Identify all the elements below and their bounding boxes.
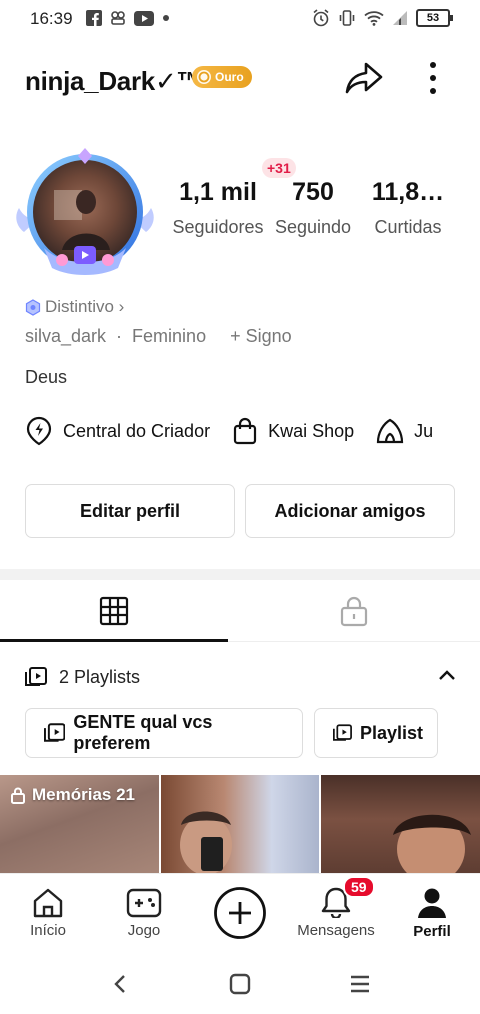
profile-meta: silva_dark · Feminino + Signo <box>25 326 292 347</box>
gamepad-icon <box>126 888 162 918</box>
system-navigation-bar <box>0 951 480 1014</box>
status-time: 16:39 <box>30 9 73 28</box>
add-signo-link[interactable]: + Signo <box>230 326 292 347</box>
followers-label: Seguidores <box>172 217 264 237</box>
tool-label: Kwai Shop <box>268 420 355 441</box>
stat-followers[interactable]: 1,1 mil Seguidores <box>168 178 268 238</box>
level-badge[interactable]: Ouro <box>192 66 252 88</box>
add-friends-button[interactable]: Adicionar amigos <box>245 484 455 538</box>
gender: Feminino <box>132 326 207 346</box>
nav-label: Início <box>30 922 66 939</box>
facebook-icon <box>86 10 102 26</box>
nav-label: Jogo <box>127 922 161 939</box>
more-options-button[interactable] <box>420 58 446 98</box>
home-icon <box>33 888 63 918</box>
lock-icon <box>11 787 25 804</box>
vibrate-icon <box>339 10 355 26</box>
following-label: Seguindo <box>274 217 352 237</box>
thumbnail-label: Memórias 21 <box>10 785 135 805</box>
tool-central-criador[interactable]: Central do Criador <box>25 414 210 448</box>
shopping-bag-icon <box>233 417 257 445</box>
nav-label: Perfil <box>413 923 451 940</box>
lock-icon <box>340 596 368 627</box>
youtube-icon <box>134 10 154 26</box>
handle: silva_dark <box>25 326 107 346</box>
nav-create[interactable] <box>212 874 268 952</box>
playlist-icon <box>333 724 352 741</box>
playlist-icon <box>25 667 47 686</box>
share-button[interactable] <box>344 60 384 96</box>
section-divider <box>0 569 480 580</box>
tool-label: Ju <box>414 420 434 441</box>
playlist-chip-label: Playlist <box>359 722 423 743</box>
playlist-icon <box>44 723 66 742</box>
tool-ju[interactable]: Ju <box>376 414 433 448</box>
hexagon-badge-icon <box>25 298 41 316</box>
nav-label: Mensagens <box>297 922 375 939</box>
tool-kwai-shop[interactable]: Kwai Shop <box>232 414 354 448</box>
alarm-icon <box>313 9 329 27</box>
grid-icon <box>99 596 129 626</box>
video-thumbnail[interactable]: Memórias 21 <box>0 775 159 873</box>
thumbnail-image <box>180 811 232 873</box>
content-tabs <box>0 580 480 642</box>
level-badge-label: Ouro <box>215 70 244 84</box>
likes-count: 11,8… <box>371 178 445 206</box>
tab-private[interactable] <box>228 580 480 642</box>
following-count: 750 <box>292 178 334 206</box>
nav-jogo[interactable]: Jogo <box>114 874 174 952</box>
tent-icon <box>377 418 404 444</box>
chevron-up-icon[interactable] <box>437 668 457 682</box>
avatar[interactable] <box>14 140 156 282</box>
distintivo-link[interactable]: Distintivo › <box>25 297 124 317</box>
back-icon[interactable] <box>112 973 128 995</box>
new-followers-badge: +31 <box>262 158 296 178</box>
video-thumbnail[interactable] <box>321 775 480 873</box>
bottom-navigation: Início Jogo Mensagens Perfil <box>0 873 480 951</box>
coin-icon <box>197 70 211 84</box>
person-icon <box>418 888 446 918</box>
edit-profile-button[interactable]: Editar perfil <box>25 484 235 538</box>
playlists-count: 2 Playlists <box>59 666 141 687</box>
status-left-icons <box>86 10 170 26</box>
followers-count: 1,1 mil <box>179 178 257 206</box>
playlist-chip[interactable]: Playlist <box>314 708 438 758</box>
signal-icon <box>393 11 407 25</box>
tab-grid[interactable] <box>0 580 228 642</box>
stat-likes[interactable]: 11,8… Curtidas <box>356 178 460 238</box>
tools-row: Central do Criador Kwai Shop Ju <box>25 414 433 448</box>
tool-label: Central do Criador <box>63 420 211 441</box>
thumbnail-image <box>393 814 471 873</box>
dot-icon <box>163 15 169 21</box>
bio: Deus <box>25 367 68 387</box>
home-square-icon[interactable] <box>229 973 251 995</box>
app-icon <box>111 11 125 25</box>
messages-badge: 59 <box>343 876 375 898</box>
recents-icon[interactable] <box>349 974 371 994</box>
likes-label: Curtidas <box>374 217 442 237</box>
nav-inicio[interactable]: Início <box>18 874 78 952</box>
playlist-chip[interactable]: GENTE qual vcs preferem <box>25 708 303 758</box>
status-bar: 16:39 53 <box>0 0 480 38</box>
avatar-frame <box>16 148 154 275</box>
status-right-icons: 53 <box>312 9 453 27</box>
playlist-chip-label: GENTE qual vcs preferem <box>73 712 213 753</box>
nav-perfil[interactable]: Perfil <box>406 874 458 952</box>
distintivo-label: Distintivo › <box>45 297 125 316</box>
username: ninja_Dark✓™ <box>25 66 203 96</box>
meta-separator: · <box>116 326 123 346</box>
share-arrow-icon <box>345 62 383 94</box>
lightning-pin-icon <box>26 416 52 446</box>
playlists-header[interactable]: 2 Playlists <box>25 664 455 690</box>
tab-active-indicator <box>0 639 228 642</box>
thumbnail-title: Memórias 21 <box>32 785 135 804</box>
stat-following[interactable]: 750 Seguindo <box>272 178 354 238</box>
battery-icon: 53 <box>416 9 453 27</box>
wifi-icon <box>364 11 384 26</box>
video-thumbnail[interactable] <box>161 775 319 873</box>
plus-circle-icon <box>214 887 266 939</box>
more-vertical-icon <box>430 62 436 94</box>
